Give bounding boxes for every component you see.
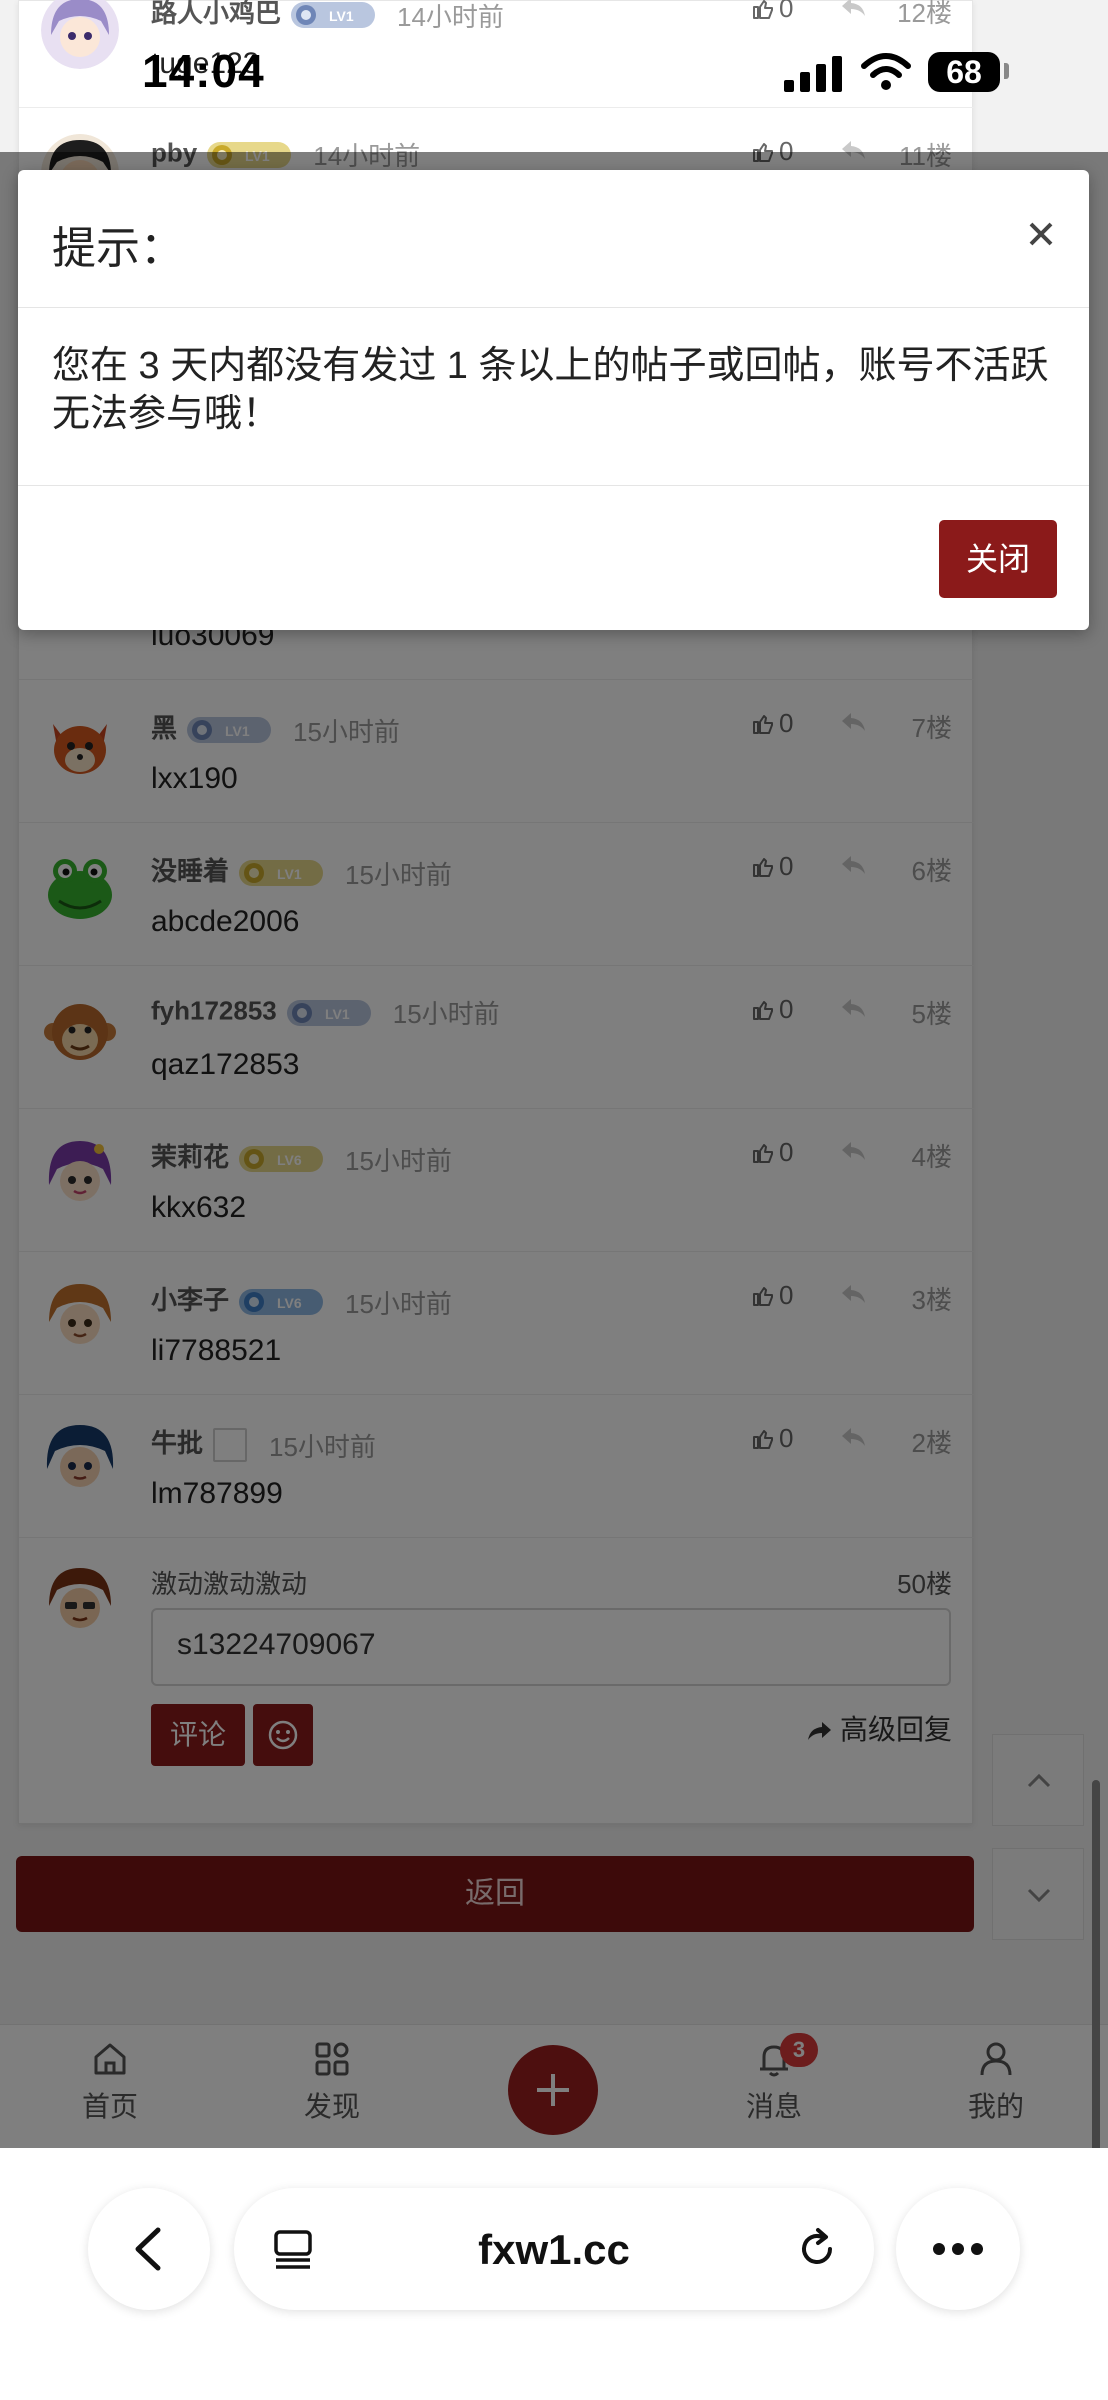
browser-back-button[interactable] <box>88 2188 210 2310</box>
status-time: 14:04 <box>142 45 265 97</box>
close-icon[interactable] <box>1021 214 1061 254</box>
dialog-body: 您在 3 天内都没有发过 1 条以上的帖子或回帖，账号不活跃无法参与哦！ <box>18 308 1089 486</box>
battery-level: 68 <box>928 52 1000 92</box>
reload-icon[interactable] <box>794 2226 840 2272</box>
cellular-signal-icon <box>784 56 842 92</box>
alert-dialog: 提示： 您在 3 天内都没有发过 1 条以上的帖子或回帖，账号不活跃无法参与哦！… <box>18 170 1089 630</box>
status-bar: 14:04 68 <box>0 0 1108 150</box>
dialog-close-button[interactable]: 关闭 <box>939 520 1057 598</box>
battery-icon <box>1004 63 1009 79</box>
dialog-header: 提示： <box>18 170 1089 308</box>
url-text: fxw1.cc <box>478 2226 630 2273</box>
browser-more-button[interactable] <box>896 2188 1020 2310</box>
address-bar[interactable]: fxw1.cc <box>234 2188 874 2310</box>
dialog-message: 您在 3 天内都没有发过 1 条以上的帖子或回帖，账号不活跃无法参与哦！ <box>52 345 1049 435</box>
wifi-icon <box>861 53 911 90</box>
more-dots-icon <box>933 2243 983 2255</box>
chevron-left-icon <box>135 2227 161 2271</box>
dialog-title: 提示： <box>52 224 184 273</box>
browser-toolbar: fxw1.cc <box>0 2148 1108 2400</box>
